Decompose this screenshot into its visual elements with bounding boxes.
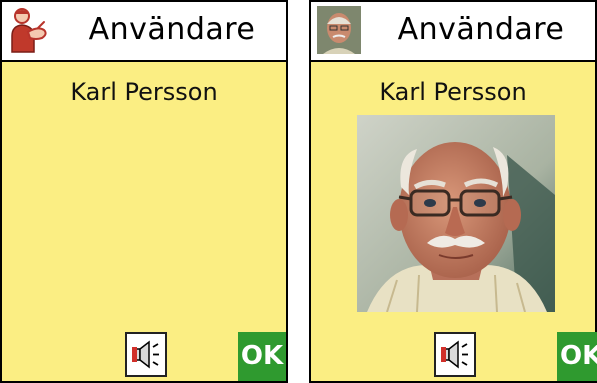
user-panel-no-photo: Användare Karl Persson OK [0, 0, 288, 383]
user-name: Karl Persson [379, 78, 527, 106]
page-title: Användare [88, 12, 256, 47]
ok-button[interactable]: OK [238, 332, 286, 381]
speaker-button[interactable] [434, 332, 476, 377]
speaker-icon [441, 340, 468, 369]
user-name: Karl Persson [70, 78, 218, 106]
user-portrait-photo [357, 115, 555, 313]
user-panel-with-photo: Användare Karl Persson OK [309, 0, 597, 383]
speaker-icon [132, 340, 159, 369]
page-title: Användare [397, 12, 565, 47]
ok-button[interactable]: OK [557, 332, 597, 381]
user-photo-thumbnail [317, 6, 361, 54]
speaker-button[interactable] [125, 332, 167, 377]
sign-language-person-icon [8, 6, 52, 54]
panel-header: Användare [2, 2, 286, 62]
panel-header: Användare [311, 2, 595, 62]
